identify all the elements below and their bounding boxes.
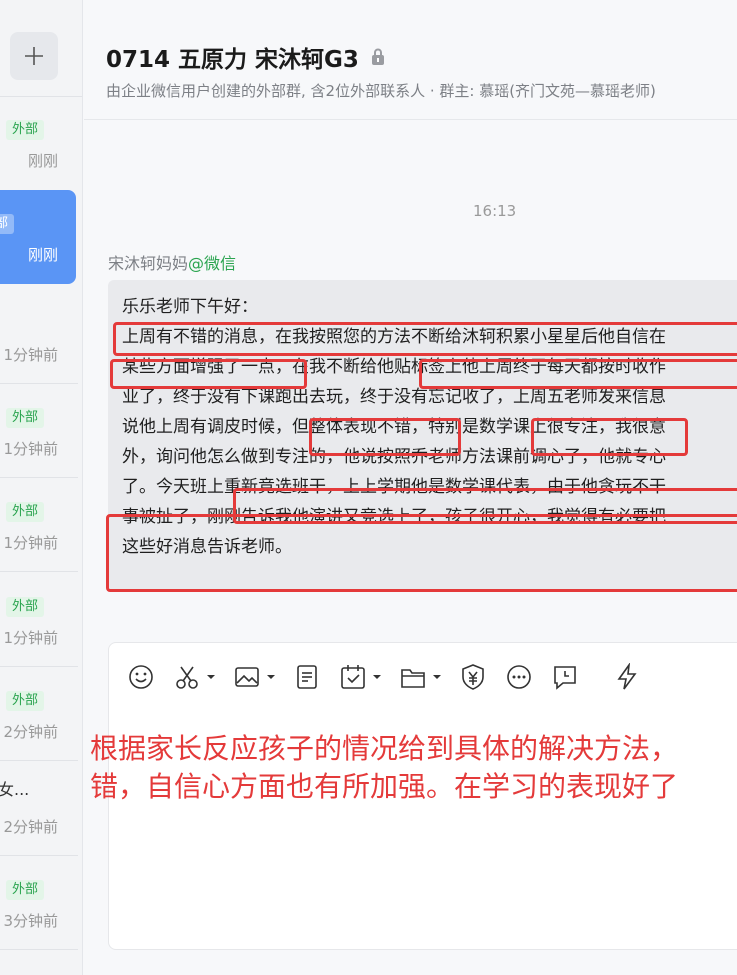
folder-button[interactable] xyxy=(399,661,441,693)
more-button[interactable] xyxy=(505,661,533,693)
conversation-separator xyxy=(0,949,78,950)
add-button[interactable] xyxy=(10,32,58,80)
conversation-item[interactable]: 外部 3分钟前 xyxy=(0,856,78,950)
emoji-icon xyxy=(129,665,153,689)
sender-label: 宋沐轲妈妈@微信 xyxy=(108,250,236,274)
highlight-box xyxy=(106,514,737,592)
conversation-time: 1分钟前 xyxy=(3,629,58,647)
emoji-button[interactable] xyxy=(127,661,155,693)
yuan-shield-icon xyxy=(462,664,484,690)
chat-header: 0714 五原力 宋沐轲G3 由企业微信用户创建的外部群, 含2位外部联系人 ·… xyxy=(84,0,737,120)
annotation-text: 错，自信心方面也有所加强。在学习的表现好了 xyxy=(90,770,679,803)
chevron-down-icon xyxy=(207,675,215,679)
conversation-time: 1分钟前 xyxy=(3,346,58,364)
sender-source: @微信 xyxy=(188,254,237,273)
title-row: 0714 五原力 宋沐轲G3 xyxy=(106,40,385,74)
chevron-down-icon xyxy=(373,675,381,679)
sender-name[interactable]: 宋沐轲妈妈 xyxy=(108,254,188,273)
highlight-box xyxy=(531,418,688,456)
more-dots-icon xyxy=(507,665,531,689)
history-button[interactable] xyxy=(551,661,579,693)
conversation-item-active[interactable]: 外部 刚刚 xyxy=(0,190,76,284)
conversation-time: 1分钟前 xyxy=(3,534,58,552)
conversation-name: 女... xyxy=(0,780,30,799)
group-title[interactable]: 0714 五原力 宋沐轲G3 xyxy=(106,40,359,74)
chevron-down-icon xyxy=(433,675,441,679)
annotation-text: 根据家长反应孩子的情况给到具体的解决方法， xyxy=(90,732,679,765)
conversation-item[interactable]: 外部 1分钟前 xyxy=(0,384,78,478)
folder-icon xyxy=(401,669,425,688)
conversation-time: 刚刚 xyxy=(27,152,58,170)
highlight-box xyxy=(113,322,737,356)
document-icon xyxy=(297,665,317,689)
conversation-item[interactable]: 外部 2分钟前 xyxy=(0,667,78,761)
external-tag: 外部 xyxy=(0,214,15,234)
conversation-separator xyxy=(0,760,78,761)
group-subtitle: 由企业微信用户创建的外部群, 含2位外部联系人 · 群主: 慕瑶(齐门文苑—慕瑶… xyxy=(106,82,656,100)
document-button[interactable] xyxy=(293,661,321,693)
calendar-button[interactable] xyxy=(339,661,381,693)
lightning-icon xyxy=(617,663,637,690)
external-tag: 外部 xyxy=(6,880,45,900)
conversation-item[interactable]: 1分钟前 xyxy=(0,290,78,384)
external-tag: 外部 xyxy=(6,120,45,140)
message-timestamp: 16:13 xyxy=(473,202,517,220)
external-tag: 外部 xyxy=(6,408,45,428)
conversation-item[interactable]: 女... 2分钟前 xyxy=(0,762,78,856)
payment-button[interactable] xyxy=(459,661,487,693)
chat-clock-icon xyxy=(554,666,576,690)
conversation-time: 刚刚 xyxy=(27,246,58,264)
highlight-box xyxy=(110,359,307,389)
highlight-box xyxy=(309,418,461,456)
conversation-separator xyxy=(0,571,78,572)
input-toolbar xyxy=(127,661,659,693)
chevron-down-icon xyxy=(267,675,275,679)
message-line: 乐乐老师下午好： xyxy=(122,297,258,317)
plus-icon xyxy=(25,47,43,65)
external-tag: 外部 xyxy=(6,597,45,617)
quick-reply-button[interactable] xyxy=(613,661,641,693)
lock-icon xyxy=(371,48,384,65)
conversation-time: 3分钟前 xyxy=(3,912,58,930)
external-tag: 外部 xyxy=(6,502,45,522)
conversation-time: 1分钟前 xyxy=(3,440,58,458)
conversation-item[interactable]: 外部 1分钟前 xyxy=(0,573,78,667)
conversation-sidebar: 外部 刚刚 外部 刚刚 1分钟前 外部 1分钟前 外部 1分钟前 外部 1分钟前… xyxy=(0,0,83,975)
image-button[interactable] xyxy=(233,661,275,693)
calendar-check-icon xyxy=(341,665,365,689)
conversation-item[interactable]: 外部 刚刚 xyxy=(0,96,76,190)
image-icon xyxy=(235,667,259,687)
screenshot-button[interactable] xyxy=(173,661,215,693)
external-tag: 外部 xyxy=(6,691,45,711)
highlight-box xyxy=(419,359,737,389)
scissors-icon xyxy=(176,666,198,689)
conversation-item[interactable]: 外部 1分钟前 xyxy=(0,478,78,572)
conversation-time: 2分钟前 xyxy=(3,723,58,741)
conversation-time: 2分钟前 xyxy=(3,818,58,836)
